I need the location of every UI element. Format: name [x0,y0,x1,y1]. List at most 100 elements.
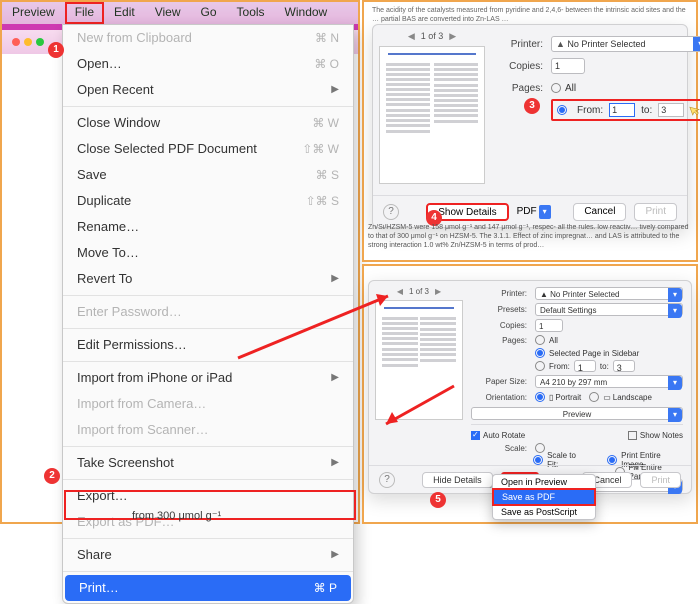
mi-open[interactable]: Open…⌘ O [63,51,353,77]
print-dialog-compact: ◀1 of 3▶ Printer: ▲ No Printer Selected … [372,24,688,228]
page-prev-icon-2[interactable]: ◀ [397,287,403,296]
mi-close-pdf[interactable]: Close Selected PDF Document⇧⌘ W [63,136,353,162]
copies-label-2: Copies: [471,321,527,330]
all-label-2: All [549,336,558,345]
mi-open-recent[interactable]: Open Recent▶ [63,77,353,103]
page-prev-icon[interactable]: ◀ [408,31,415,41]
to-input[interactable]: 3 [658,103,684,117]
help-icon-2[interactable]: ? [379,472,395,488]
menu-edit[interactable]: Edit [104,2,145,24]
pdfmenu-open[interactable]: Open in Preview [493,475,595,489]
to-input-2[interactable]: 3 [613,360,635,372]
menu-window[interactable]: Window [275,2,338,24]
printer-label: Printer: [495,39,543,50]
printer-label-2: Printer: [471,289,527,298]
print-button[interactable]: Print [634,203,677,221]
chk-autorotate[interactable] [471,431,480,440]
portrait-label: Portrait [555,393,581,402]
scale-label: Scale: [471,444,527,453]
badge-5: 5 [430,492,446,508]
mi-edit-permissions[interactable]: Edit Permissions… [63,332,353,358]
mi-import-scanner[interactable]: Import from Scanner… [63,417,353,443]
menu-view[interactable]: View [145,2,191,24]
mi-move-to[interactable]: Move To… [63,240,353,266]
presets-select[interactable]: Default Settings [535,303,683,316]
radio-landscape[interactable] [589,392,599,402]
page-thumbnail-2 [375,300,463,420]
print-dialog-expanded: ◀1 of 3▶ Printer: ▲ No Printer Selected P… [368,280,692,494]
pdfmenu-save-as-pdf[interactable]: Save as PDF [492,488,596,506]
to-label: to: [641,105,652,116]
radio-scale[interactable] [535,443,545,453]
mi-import-camera[interactable]: Import from Camera… [63,391,353,417]
section-select[interactable]: Preview [471,407,683,420]
mi-enter-password[interactable]: Enter Password… [63,299,353,325]
mi-share[interactable]: Share▶ [63,542,353,568]
page-next-icon-2[interactable]: ▶ [435,287,441,296]
mi-duplicate[interactable]: Duplicate⇧⌘ S [63,188,353,214]
badge-2: 2 [44,468,60,484]
panel-step5: ◀1 of 3▶ Printer: ▲ No Printer Selected P… [362,264,698,524]
mi-new-from-clipboard[interactable]: New from Clipboard⌘ N [63,25,353,51]
printer-select[interactable]: ▲ No Printer Selected [551,36,700,52]
pdfmenu-save-as-postscript[interactable]: Save as PostScript [493,505,595,519]
radio-print-entire[interactable] [607,455,617,465]
printer-select-2[interactable]: ▲ No Printer Selected [535,287,683,300]
page-thumbnail [379,46,485,184]
radio-portrait[interactable] [535,392,545,402]
menu-tools[interactable]: Tools [227,2,275,24]
cursor-icon [688,101,700,118]
menu-file[interactable]: File [65,2,104,24]
mi-rename[interactable]: Rename… [63,214,353,240]
radio-scalefit[interactable] [533,455,543,465]
zoom-dot[interactable] [36,38,44,46]
shownotes-label: Show Notes [640,431,683,440]
chk-shownotes[interactable] [628,431,637,440]
panel-step3-4: The acidity of the catalysts measured fr… [362,0,698,262]
autorotate-label: Auto Rotate [483,431,525,440]
pdf-dropdown[interactable]: PDF▾ [517,205,551,219]
print-button-2[interactable]: Print [640,472,681,488]
papersize-select[interactable]: A4 210 by 297 mm [535,375,683,388]
copies-input-2[interactable]: 1 [535,319,563,332]
copies-label: Copies: [495,61,543,72]
menu-preview[interactable]: Preview [2,2,65,24]
min-dot[interactable] [24,38,32,46]
copies-input[interactable]: 1 [551,58,585,74]
pager2: ◀1 of 3▶ [375,287,463,296]
help-icon[interactable]: ? [383,204,399,220]
pages-label: Pages: [495,83,543,94]
mi-print[interactable]: Print…⌘ P [65,575,351,601]
from-label-2: From: [549,362,570,371]
papersize-label: Paper Size: [471,377,527,386]
presets-label: Presets: [471,305,527,314]
menu-go[interactable]: Go [191,2,227,24]
mi-save[interactable]: Save⌘ S [63,162,353,188]
radio-all-2[interactable] [535,335,545,345]
orientation-label: Orientation: [471,393,527,402]
radio-sidebar[interactable] [535,348,545,358]
chevron-down-icon: ▾ [539,205,551,219]
radio-from-2[interactable] [535,361,545,371]
panel-step1-2: Preview File Edit View Go Tools Window N… [0,0,360,524]
close-dot[interactable] [12,38,20,46]
mi-revert-to[interactable]: Revert To▶ [63,266,353,292]
mi-import-iphone[interactable]: Import from iPhone or iPad▶ [63,365,353,391]
from-input-2[interactable]: 1 [574,360,596,372]
page-next-icon[interactable]: ▶ [449,31,456,41]
badge-1: 1 [48,42,64,58]
doc-fragment-left: from 300 μmol g⁻¹ [132,509,221,522]
mi-close-window[interactable]: Close Window⌘ W [63,110,353,136]
pdf-menu-popup: Open in Preview Save as PDF Save as Post… [492,474,596,520]
cancel-button[interactable]: Cancel [573,203,626,221]
sidebar-label: Selected Page in Sidebar [549,349,639,358]
hide-details-button[interactable]: Hide Details [422,472,493,488]
pages-label-2: Pages: [471,336,527,345]
radio-all[interactable] [551,83,561,93]
mi-export[interactable]: Export… [63,483,353,509]
radio-from[interactable] [557,105,567,115]
from-input[interactable]: 1 [609,103,635,117]
all-label: All [565,83,576,94]
mi-take-screenshot[interactable]: Take Screenshot▶ [63,450,353,476]
landscape-label: Landscape [613,393,652,402]
